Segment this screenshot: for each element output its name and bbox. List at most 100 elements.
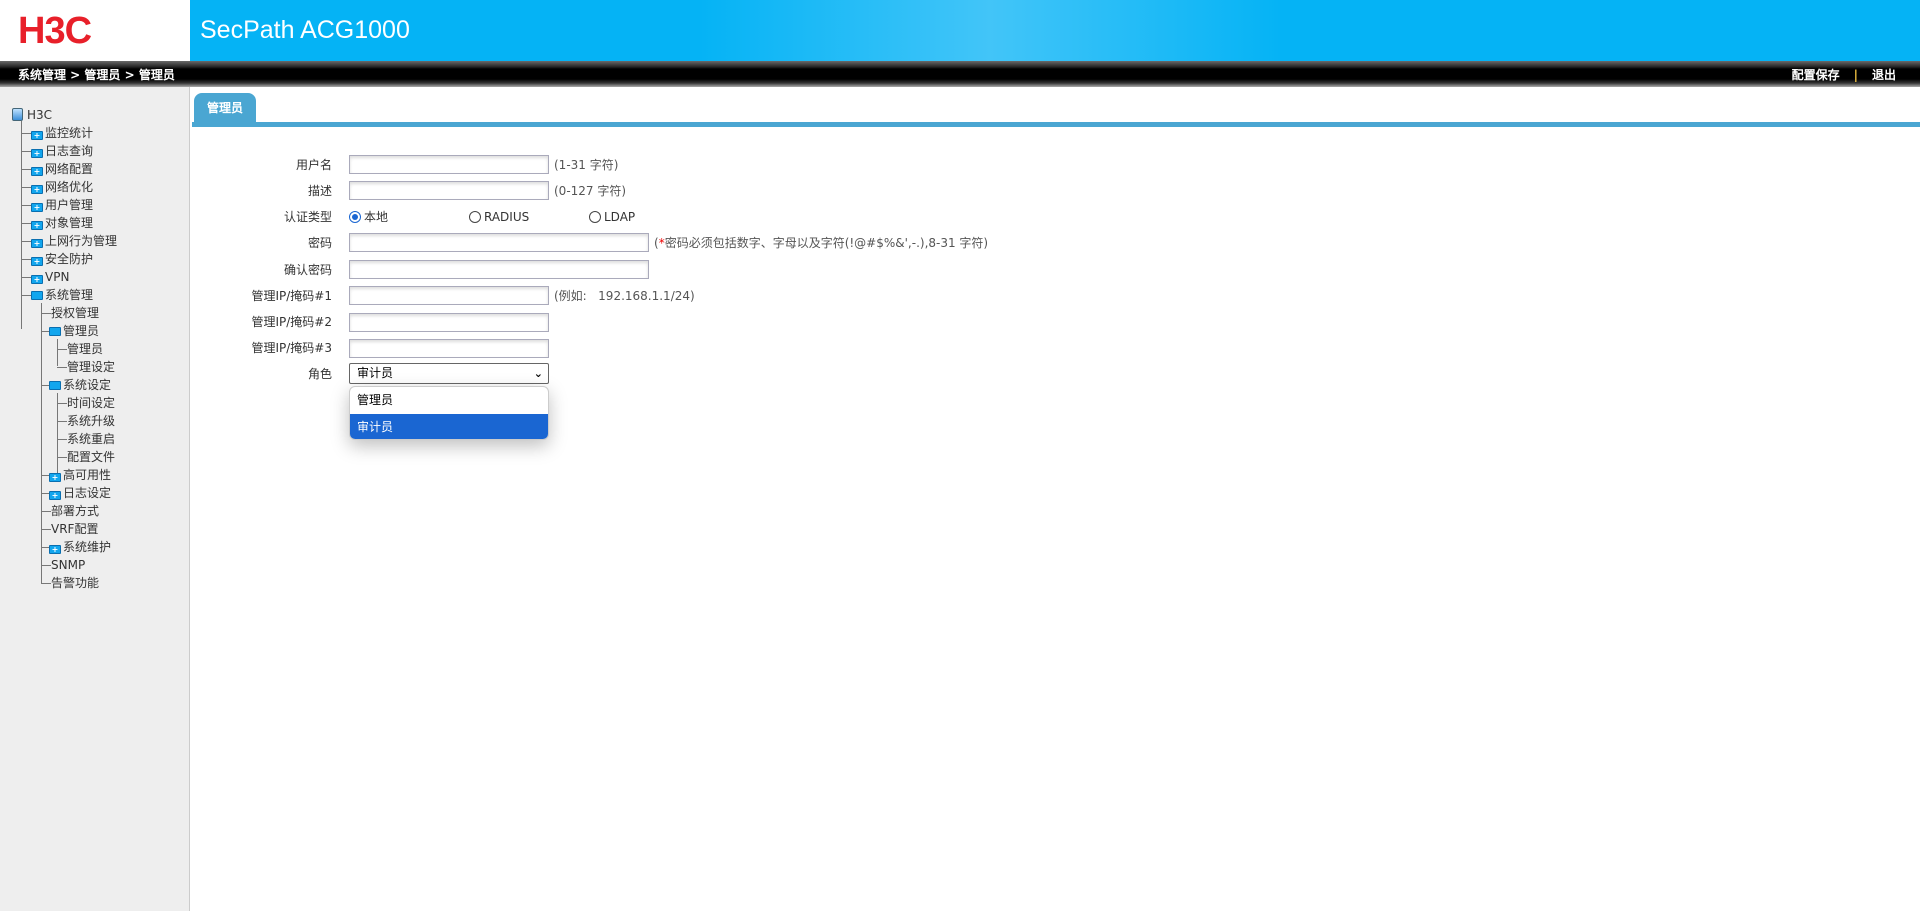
sidebar-item[interactable]: 管理员 (67, 340, 103, 358)
role-option-admin[interactable]: 管理员 (350, 387, 548, 414)
sidebar-item[interactable]: + 对象管理 (31, 214, 93, 232)
tab-admin[interactable]: 管理员 (194, 93, 256, 123)
product-title: SecPath ACG1000 (200, 16, 410, 44)
sidebar-item[interactable]: + 日志设定 (49, 484, 111, 502)
header: H3C SecPath ACG1000 (0, 0, 1920, 61)
folder-plus-icon: + (31, 185, 43, 194)
sidebar-item[interactable]: + 上网行为管理 (31, 232, 117, 250)
sidebar-item[interactable]: + 安全防护 (31, 250, 93, 268)
sidebar-item[interactable]: 系统升级 (67, 412, 115, 430)
sidebar-item-label: 网络配置 (45, 162, 94, 176)
sidebar-item-label: 授权管理 (51, 306, 100, 320)
radio-local[interactable]: 本地 (349, 208, 388, 226)
ip2-label: 管理IP/掩码#2 (251, 315, 332, 329)
auth-type-label: 认证类型 (283, 210, 332, 224)
folder-open-icon (49, 327, 61, 336)
sidebar-item-label: 部署方式 (51, 504, 100, 518)
sidebar-item[interactable]: 系统设定 (49, 376, 111, 394)
sidebar-item[interactable]: + 日志查询 (31, 142, 93, 160)
sidebar-item-label: 日志设定 (63, 486, 112, 500)
sidebar-item[interactable]: + 网络配置 (31, 160, 93, 178)
sidebar-item-label: 系统重启 (67, 432, 116, 446)
role-option-auditor[interactable]: 审计员 (350, 414, 548, 439)
folder-plus-icon: + (31, 221, 43, 230)
sidebar-item-label: 告警功能 (51, 576, 100, 590)
sidebar-item-label: SNMP (51, 558, 86, 572)
folder-plus-icon: + (31, 239, 43, 248)
radio-label: RADIUS (484, 210, 530, 224)
password-label: 密码 (307, 236, 332, 250)
sidebar-item[interactable]: + 系统维护 (49, 538, 111, 556)
tab-underline (192, 122, 1920, 127)
folder-plus-icon: + (49, 545, 61, 554)
sidebar-item[interactable]: 配置文件 (67, 448, 115, 466)
sidebar-item-label: 安全防护 (45, 252, 94, 266)
breadcrumb: 系统管理 > 管理员 > 管理员 (18, 68, 175, 82)
folder-plus-icon: + (31, 149, 43, 158)
role-selected-value: 审计员 (357, 366, 394, 380)
save-config-link[interactable]: 配置保存 (1792, 68, 1840, 82)
sidebar-item-label: 网络优化 (45, 180, 94, 194)
chevron-down-icon: ⌄ (533, 367, 543, 380)
sidebar-item-label: 管理员 (63, 324, 100, 338)
ip3-input[interactable] (349, 339, 549, 358)
sidebar-item-label: VPN (45, 270, 70, 284)
computer-icon (12, 108, 23, 121)
tree-root[interactable]: H3C (12, 106, 52, 124)
username-label: 用户名 (295, 158, 332, 172)
description-input[interactable] (349, 181, 549, 200)
role-select[interactable]: 审计员 ⌄ (349, 363, 549, 384)
sidebar-item[interactable]: 管理设定 (67, 358, 115, 376)
ip2-input[interactable] (349, 313, 549, 332)
sidebar-item-label: 监控统计 (45, 126, 94, 140)
folder-plus-icon: + (31, 275, 43, 284)
password-input[interactable] (349, 233, 649, 252)
sidebar-item[interactable]: + 监控统计 (31, 124, 93, 142)
sidebar-item-label: 管理员 (67, 342, 104, 356)
folder-plus-icon: + (31, 131, 43, 140)
sidebar-item[interactable]: + 高可用性 (49, 466, 111, 484)
sidebar-item[interactable]: 授权管理 (51, 304, 99, 322)
sidebar-item-label: 配置文件 (67, 450, 116, 464)
radio-label: LDAP (604, 210, 636, 224)
username-hint: (1-31 字符) (554, 158, 619, 172)
confirm-password-input[interactable] (349, 260, 649, 279)
username-input[interactable] (349, 155, 549, 174)
radio-checked-icon (349, 211, 361, 223)
ip1-input[interactable] (349, 286, 549, 305)
folder-plus-icon: + (31, 257, 43, 266)
separator: | (1853, 68, 1858, 82)
radio-ldap[interactable]: LDAP (589, 208, 635, 226)
sidebar-item[interactable]: + 用户管理 (31, 196, 93, 214)
sidebar-item[interactable]: 部署方式 (51, 502, 99, 520)
sidebar-item[interactable]: 时间设定 (67, 394, 115, 412)
sidebar-item-label: 系统设定 (63, 378, 112, 392)
sidebar-item-label: 管理设定 (67, 360, 116, 374)
sidebar-item[interactable]: SNMP (51, 556, 85, 574)
ip1-label: 管理IP/掩码#1 (251, 289, 332, 303)
sidebar-item[interactable]: VRF配置 (51, 520, 98, 538)
folder-open-icon (49, 381, 61, 390)
folder-plus-icon: + (31, 167, 43, 176)
sidebar-item-label: H3C (27, 108, 53, 122)
sidebar-item[interactable]: + 网络优化 (31, 178, 93, 196)
sidebar-item[interactable]: 管理员 (49, 322, 99, 340)
sidebar-item[interactable]: 系统重启 (67, 430, 115, 448)
radio-radius[interactable]: RADIUS (469, 208, 529, 226)
sidebar-item-label: 用户管理 (45, 198, 94, 212)
sidebar-item[interactable]: 告警功能 (51, 574, 99, 592)
sidebar-item[interactable]: 系统管理 (31, 286, 93, 304)
sidebar-item-label: 对象管理 (45, 216, 94, 230)
logout-link[interactable]: 退出 (1872, 68, 1896, 82)
sidebar-item[interactable]: + VPN (31, 268, 69, 286)
sidebar-item-label: 时间设定 (67, 396, 116, 410)
folder-plus-icon: + (49, 491, 61, 500)
sidebar-item-label: 上网行为管理 (45, 234, 118, 248)
radio-unchecked-icon (589, 211, 601, 223)
sidebar-item-label: 高可用性 (63, 468, 112, 482)
sidebar-item-label: 系统升级 (67, 414, 116, 428)
sidebar-item-label: 系统维护 (63, 540, 112, 554)
folder-plus-icon: + (49, 473, 61, 482)
radio-unchecked-icon (469, 211, 481, 223)
folder-open-icon (31, 291, 43, 300)
